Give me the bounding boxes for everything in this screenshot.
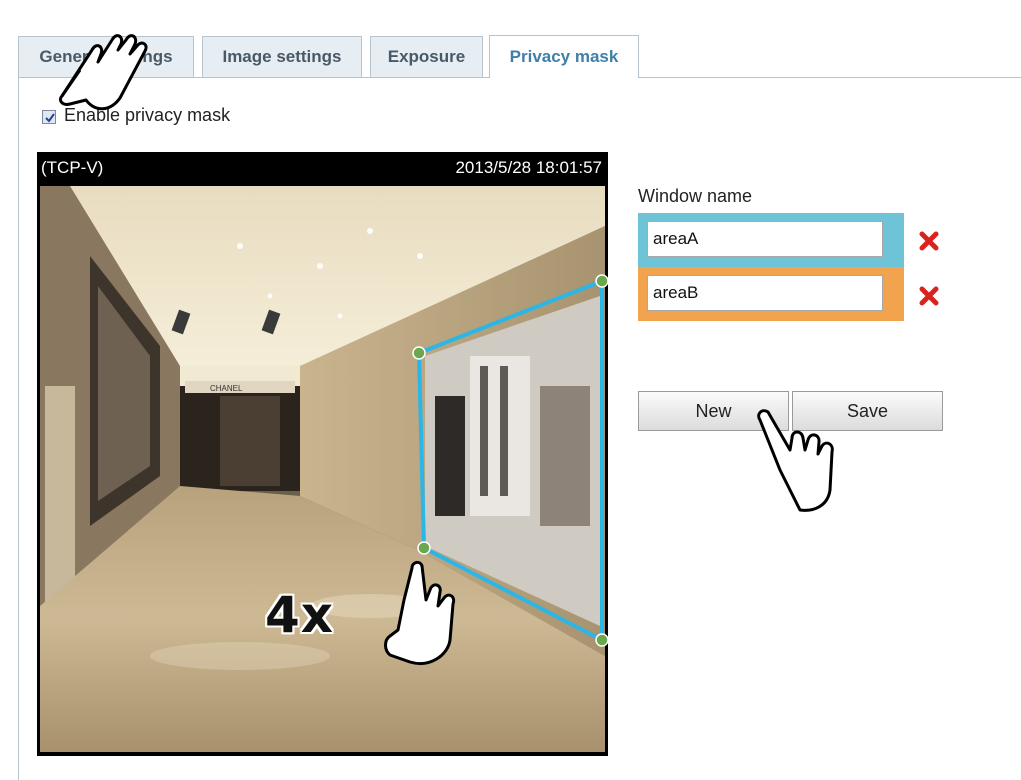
enable-label: Enable privacy mask: [64, 104, 231, 125]
area-row-b: areaB: [638, 267, 904, 321]
area-row-a: areaA: [638, 213, 904, 267]
video-header: (TCP-V) 2013/5/28 18:01:57: [37, 152, 608, 186]
timestamp: 2013/5/28 18:01:57: [455, 158, 602, 177]
store-sign: CHANEL: [210, 384, 243, 393]
tab-exposure[interactable]: Exposure: [370, 36, 483, 77]
close-icon[interactable]: [918, 285, 940, 307]
tab-image-settings[interactable]: Image settings: [202, 36, 362, 77]
window-name-label: Window name: [638, 186, 753, 206]
repeat-annotation: 4x: [265, 586, 335, 644]
new-button[interactable]: New: [638, 391, 789, 431]
enable-privacy-mask-row[interactable]: Enable privacy mask: [42, 104, 230, 126]
video-preview[interactable]: (TCP-V) 2013/5/28 18:01:57 CHANEL: [37, 152, 608, 756]
close-icon[interactable]: [918, 230, 940, 252]
area-name-input-a[interactable]: areaA: [647, 221, 883, 257]
camera-image[interactable]: CHANEL: [40, 186, 605, 752]
tab-bar: General settings Image settings Exposure…: [0, 0, 1021, 80]
save-button[interactable]: Save: [792, 391, 943, 431]
checkmark-icon: [45, 112, 55, 123]
tab-general-settings[interactable]: General settings: [18, 36, 194, 77]
area-name-input-b[interactable]: areaB: [647, 275, 883, 311]
stream-label: (TCP-V): [41, 158, 104, 177]
enable-checkbox[interactable]: [42, 109, 56, 124]
tab-privacy-mask[interactable]: Privacy mask: [489, 35, 639, 78]
